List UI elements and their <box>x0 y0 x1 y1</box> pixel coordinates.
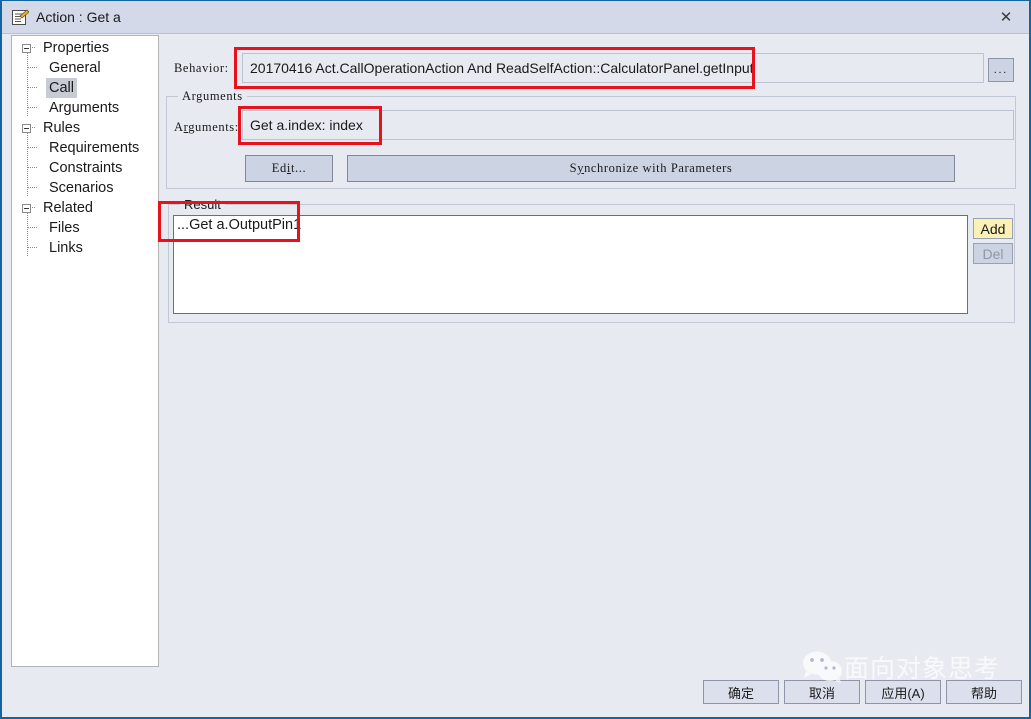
result-group-title: Result <box>180 197 225 212</box>
tree-item-rules[interactable]: Rules <box>22 118 80 138</box>
tree-connector <box>28 147 38 148</box>
tree-item-label: Properties <box>43 40 110 56</box>
tree-item-related[interactable]: Related <box>22 198 93 218</box>
result-list[interactable]: ...Get a.OutputPin1 <box>173 215 968 314</box>
tree-connector <box>28 227 38 228</box>
list-item[interactable]: ...Get a.OutputPin1 <box>174 216 967 235</box>
collapse-icon[interactable] <box>22 43 31 53</box>
tree-item-label: Constraints <box>49 160 123 176</box>
title-bar: Action : Get a ✕ <box>2 1 1029 34</box>
tree-item-label: Files <box>49 220 80 236</box>
tree-item-label: Requirements <box>49 140 140 156</box>
arguments-group-title: Arguments <box>178 89 247 104</box>
window-title: Action : Get a <box>36 9 121 25</box>
arguments-input[interactable]: Get a.index: index <box>242 110 1014 140</box>
action-dialog-icon <box>12 9 29 25</box>
behavior-input[interactable]: 20170416 Act.CallOperationAction And Rea… <box>242 53 984 83</box>
tree-connector <box>28 67 38 68</box>
tree-connector <box>28 107 38 108</box>
navigation-tree[interactable]: Properties General Call Arguments Rules … <box>11 35 159 667</box>
tree-connector <box>28 187 38 188</box>
cancel-button[interactable]: 取消 <box>784 680 860 704</box>
edit-arguments-button[interactable]: Ed i t... <box>245 155 333 182</box>
tree-item-label: Arguments <box>49 100 120 116</box>
tree-item-label: Related <box>43 200 93 216</box>
tree-item-links[interactable]: Links <box>49 238 83 258</box>
tree-connector <box>28 247 38 248</box>
collapse-icon[interactable] <box>22 123 31 133</box>
action-dialog-window: Action : Get a ✕ Properties General Call <box>0 0 1031 719</box>
tree-connector <box>28 167 38 168</box>
tree-item-general[interactable]: General <box>49 58 101 78</box>
arguments-label-post: guments: <box>188 120 239 134</box>
behavior-browse-button[interactable]: ... <box>988 58 1014 82</box>
tree-item-label: Scenarios <box>49 180 114 196</box>
tree-item-files[interactable]: Files <box>49 218 80 238</box>
tree-item-properties[interactable]: Properties <box>22 38 109 58</box>
tree-item-label: Call <box>46 78 77 98</box>
arguments-label: Arguments: <box>174 120 239 135</box>
tree-item-scenarios[interactable]: Scenarios <box>49 178 113 198</box>
tree-item-call[interactable]: Call <box>46 78 77 98</box>
sync-label-pre: S <box>569 161 578 175</box>
sync-label-post: nchronize with Parameters <box>584 161 733 175</box>
add-result-button[interactable]: Add <box>973 218 1013 239</box>
behavior-label: Behavior: <box>174 61 229 75</box>
sync-label-mnemonic: y <box>577 161 585 175</box>
tree-item-arguments[interactable]: Arguments <box>49 98 119 118</box>
tree-item-label: General <box>49 60 101 76</box>
edit-label-pre: Ed <box>271 161 287 175</box>
tree-item-constraints[interactable]: Constraints <box>49 158 122 178</box>
tree-item-label: Rules <box>43 120 81 136</box>
apply-button[interactable]: 应用(A) <box>865 680 941 704</box>
arguments-label-pre: A <box>174 120 184 134</box>
synchronize-with-parameters-button[interactable]: Sy nchronize with Parameters <box>347 155 955 182</box>
tree-item-requirements[interactable]: Requirements <box>49 138 139 158</box>
delete-result-button[interactable]: Del <box>973 243 1013 264</box>
tree-connector <box>27 213 28 256</box>
help-button[interactable]: 帮助 <box>946 680 1022 704</box>
edit-label-post: t... <box>290 161 307 175</box>
close-icon[interactable]: ✕ <box>983 1 1029 33</box>
tree-connector <box>28 87 38 88</box>
tree-item-label: Links <box>49 240 83 256</box>
wechat-icon <box>803 651 842 683</box>
collapse-icon[interactable] <box>22 203 31 213</box>
ok-button[interactable]: 确定 <box>703 680 779 704</box>
